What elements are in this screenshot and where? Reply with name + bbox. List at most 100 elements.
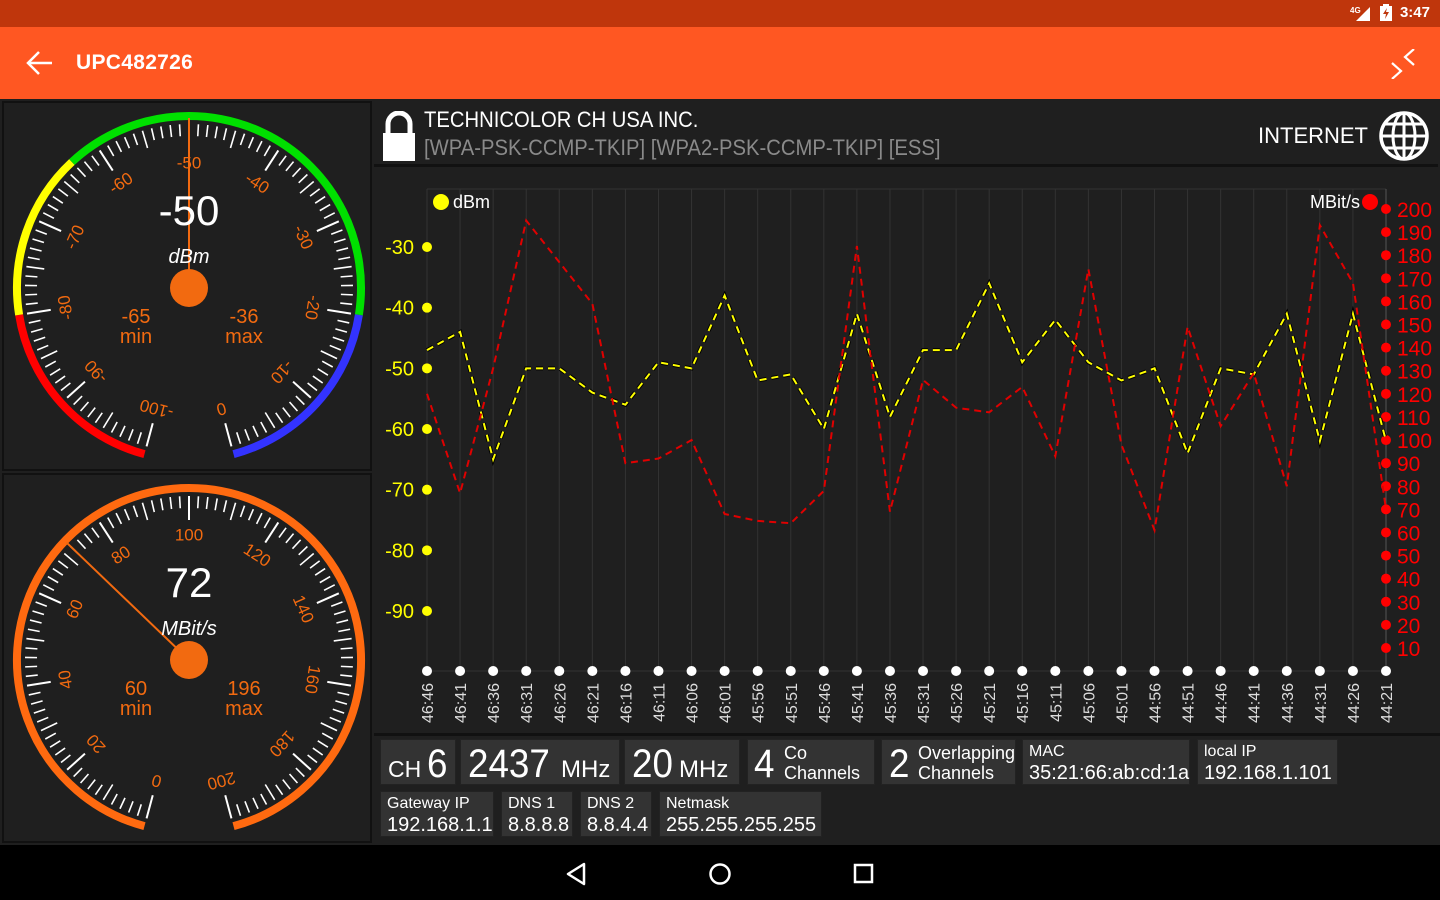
gauge-tick (33, 708, 46, 714)
gauge-tick (299, 552, 315, 566)
gauge-tick (316, 220, 340, 232)
right-axis-tick-label: 130 (1397, 361, 1432, 384)
gauge-tick (25, 293, 38, 296)
speed-unit: MBit/s (161, 618, 217, 640)
right-axis-tick-label: 10 (1397, 638, 1420, 661)
gauge-tick-label: 80 (108, 542, 134, 568)
gauge-tick (107, 517, 115, 529)
gauge-tick (57, 560, 69, 569)
nav-recents-icon[interactable] (849, 859, 879, 889)
left-axis-tick-marker (422, 606, 432, 616)
right-axis-tick-marker (1381, 619, 1391, 630)
gauge-tick (282, 407, 291, 418)
x-axis-tick-label: 44:41 (1247, 683, 1264, 723)
gauge-tick (26, 265, 45, 270)
gauge-tick (145, 794, 154, 819)
content: -100 -90 -80 -70 -60 -50 -40 -30 -20 -10 0 -50 dBm… (0, 99, 1440, 845)
right-axis-tick-marker (1381, 504, 1391, 515)
frequency-value: 2437 (468, 742, 550, 786)
gauge-tick (298, 545, 308, 556)
app-bar: UPC482726 (0, 27, 1440, 99)
x-axis-tick-label: 44:36 (1280, 683, 1297, 723)
gauge-tick (63, 552, 79, 566)
gauge-tick (25, 647, 38, 650)
gauge-tick (295, 767, 305, 778)
gauge-tick (282, 779, 291, 790)
netmask-tile: Netmask 255.255.255.255 (659, 791, 822, 837)
channel-tile: CH 6 (380, 739, 456, 785)
gauge-tick (264, 784, 276, 801)
right-axis-tick-marker (1381, 573, 1391, 584)
mac-label: MAC (1029, 743, 1065, 760)
gauge-tick (35, 601, 48, 608)
left-axis-tick-marker (422, 302, 432, 313)
gauge-tick (239, 133, 246, 146)
collapse-icon[interactable] (1390, 49, 1418, 79)
x-axis-tick-label: 46:01 (718, 683, 735, 723)
co-channels-line2: Channels (784, 763, 861, 783)
gauge-tick (169, 496, 173, 510)
right-axis-tick-marker (1381, 550, 1391, 561)
gauge-tick (235, 432, 242, 444)
x-axis-tick-label: 45:46 (817, 683, 834, 723)
gauge-tick (25, 674, 38, 678)
gauge-tick (329, 344, 342, 351)
gauge-tick (288, 401, 299, 412)
gauge-tick (30, 328, 43, 333)
x-axis-tick-marker (785, 666, 796, 676)
nav-home-icon[interactable] (705, 859, 735, 889)
gauge-tick (335, 700, 348, 705)
x-axis-tick-marker (851, 666, 862, 676)
gauge-tick (42, 584, 55, 591)
gateway-tile: Gateway IP 192.168.1.1 (380, 791, 494, 837)
gauge-tick (329, 716, 342, 723)
gauge-tick (247, 508, 255, 521)
gauge-tick (327, 680, 352, 687)
gauge-tick (32, 610, 45, 616)
gauge-tick-label: -20 (301, 294, 324, 321)
local-ip-value: 192.168.1.101 (1204, 762, 1332, 784)
gauge-tick (336, 247, 349, 252)
gauge-tick (314, 195, 326, 204)
overlapping-line2: Channels (918, 763, 995, 783)
right-axis-tick-marker (1381, 319, 1391, 330)
gauge-tick (332, 708, 345, 714)
x-axis-tick-marker (1381, 666, 1391, 676)
gauge-tick-label: 140 (289, 592, 318, 626)
gauge-tick (26, 637, 45, 642)
x-axis-tick-label: 46:06 (685, 683, 702, 723)
x-axis-tick-label: 44:26 (1346, 683, 1363, 723)
gauge-tick (127, 429, 134, 441)
gauge-tick (295, 395, 305, 406)
right-axis-tick-marker (1381, 250, 1391, 261)
right-axis-tick-label: 110 (1397, 407, 1430, 430)
gauge-tick (110, 421, 118, 433)
x-axis-tick-label: 44:21 (1379, 683, 1396, 723)
arrow-left-icon[interactable] (24, 49, 56, 77)
gauge-tick (337, 319, 350, 324)
gauge-tick (264, 412, 276, 429)
network-vendor: TECHNICOLOR CH USA INC. (424, 107, 699, 132)
gauge-tick (299, 180, 315, 194)
gauge-tick (229, 130, 237, 149)
local-ip-tile: local IP 192.168.1.101 (1197, 739, 1338, 785)
gauge-tick (145, 422, 154, 447)
x-axis-tick-label: 45:06 (1081, 683, 1098, 723)
gauge-tick (222, 128, 228, 141)
gauge-tick (132, 505, 139, 518)
gauge-tick (320, 350, 338, 360)
gauge-tick-label: 160 (301, 664, 324, 695)
right-axis-tick-marker (1381, 458, 1391, 469)
nav-back-icon[interactable] (562, 859, 592, 889)
legend-mbit-label: MBit/s (1310, 192, 1360, 212)
left-axis-tick-label: -40 (385, 298, 414, 320)
gauge-tick (79, 401, 90, 412)
x-axis-tick-label: 45:21 (982, 683, 999, 723)
left-axis-tick-label: -80 (385, 540, 414, 562)
gauge-tick (35, 229, 48, 236)
globe-icon (1379, 111, 1429, 161)
x-axis-tick-marker (1347, 666, 1358, 676)
x-axis-tick-marker (1017, 666, 1028, 676)
gauge-tick (60, 382, 71, 392)
x-axis-tick-marker (521, 666, 532, 676)
